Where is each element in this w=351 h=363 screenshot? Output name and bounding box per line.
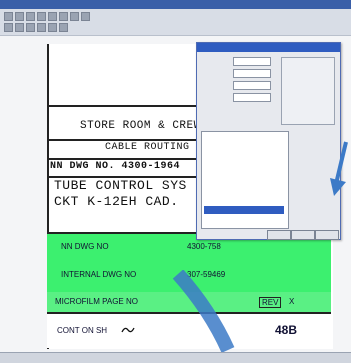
dialog-right-panel bbox=[281, 57, 335, 125]
arc-tool-icon[interactable] bbox=[15, 23, 24, 32]
window-titlebar bbox=[0, 0, 351, 9]
circle-tool-icon[interactable] bbox=[26, 23, 35, 32]
dialog-list-item[interactable] bbox=[204, 188, 284, 196]
dialog-list-item[interactable] bbox=[204, 143, 284, 151]
dialog-field-2[interactable] bbox=[233, 69, 271, 78]
dialog-list-item[interactable] bbox=[204, 215, 284, 223]
toolbar-row-2 bbox=[4, 23, 68, 32]
paste-icon[interactable] bbox=[70, 12, 79, 21]
dialog-field-3[interactable] bbox=[233, 81, 271, 90]
dialog-list-item[interactable] bbox=[204, 197, 284, 205]
title-cable-routing: CABLE ROUTING bbox=[105, 142, 190, 153]
dialog-field-4[interactable] bbox=[233, 93, 271, 102]
rev-label: REV bbox=[259, 297, 282, 308]
copy-icon[interactable] bbox=[59, 12, 68, 21]
dialog-list[interactable] bbox=[201, 131, 289, 229]
dialog-button-2[interactable] bbox=[291, 230, 315, 240]
title-store-room: STORE ROOM & CREWS bbox=[80, 120, 208, 132]
save-icon[interactable] bbox=[26, 12, 35, 21]
line-tool-icon[interactable] bbox=[4, 23, 13, 32]
pan-icon[interactable] bbox=[59, 23, 68, 32]
separator-2 bbox=[47, 139, 197, 141]
cut-icon[interactable] bbox=[48, 12, 57, 21]
rev-value: X bbox=[289, 297, 295, 306]
pointer-arrow-icon bbox=[172, 270, 235, 353]
cont-on-sheet-label: CONT ON SH bbox=[57, 326, 108, 335]
dialog-list-item[interactable] bbox=[204, 179, 284, 187]
internal-dwg-label: INTERNAL DWG NO bbox=[61, 270, 137, 279]
separator-3 bbox=[47, 158, 197, 160]
microfilm-label: MICROFILM PAGE NO bbox=[55, 297, 138, 306]
dialog-list-item[interactable] bbox=[204, 161, 284, 169]
pointer-arrow-icon bbox=[330, 141, 348, 196]
text-tool-icon[interactable] bbox=[37, 23, 46, 32]
dialog-title bbox=[197, 43, 340, 52]
new-file-icon[interactable] bbox=[4, 12, 13, 21]
dialog-button-3[interactable] bbox=[315, 230, 339, 240]
nn-dwg-value: 4300-758 bbox=[187, 242, 221, 251]
title-ckt: CKT K-12EH CAD. bbox=[54, 194, 179, 209]
status-bar bbox=[0, 352, 351, 363]
dialog-list-item[interactable] bbox=[204, 170, 284, 178]
toolbar bbox=[0, 9, 351, 36]
zoom-icon[interactable] bbox=[48, 23, 57, 32]
open-icon[interactable] bbox=[15, 12, 24, 21]
nn-dwg-label: NN DWG NO bbox=[61, 242, 109, 251]
dwg-number-line: NN DWG NO. 4300-1964 bbox=[50, 161, 181, 172]
properties-dialog[interactable] bbox=[196, 42, 341, 240]
toolbar-row-1 bbox=[4, 12, 90, 21]
dialog-field-1[interactable] bbox=[233, 57, 271, 66]
title-tube-control: TUBE CONTROL SYS bbox=[54, 178, 187, 193]
dialog-button-1[interactable] bbox=[267, 230, 291, 240]
undo-icon[interactable] bbox=[81, 12, 90, 21]
dialog-list-item[interactable] bbox=[204, 152, 284, 160]
dialog-list-item-selected[interactable] bbox=[204, 206, 284, 214]
dialog-list-item[interactable] bbox=[204, 134, 284, 142]
sheet-value: 48B bbox=[275, 323, 298, 337]
print-icon[interactable] bbox=[37, 12, 46, 21]
tilde-mark-icon bbox=[121, 327, 135, 333]
